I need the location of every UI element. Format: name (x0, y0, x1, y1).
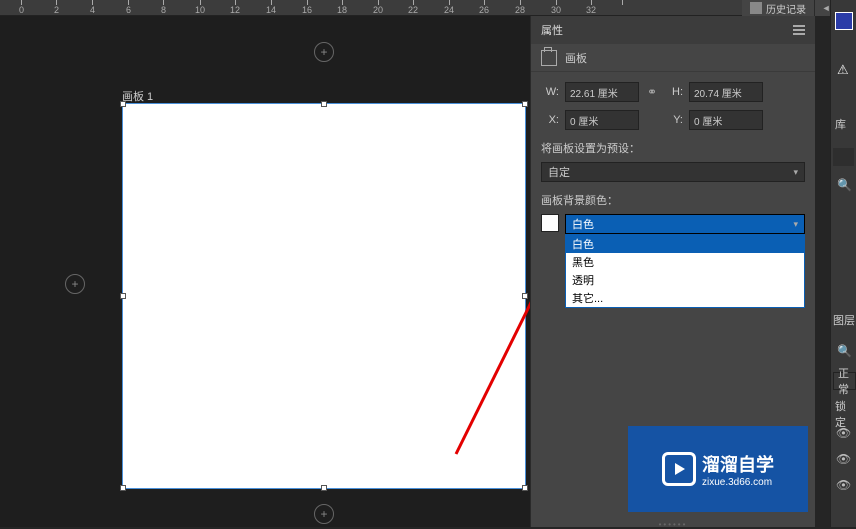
handle-bottom-left[interactable] (120, 485, 126, 491)
canvas-area[interactable]: 画板 1 (0, 16, 530, 527)
add-artboard-bottom[interactable]: + (314, 504, 334, 524)
library-search[interactable] (833, 148, 854, 166)
link-wh-icon[interactable]: ⚭ (645, 85, 659, 99)
handle-top-mid[interactable] (321, 101, 327, 107)
layers-tab[interactable]: 图层 (833, 312, 855, 328)
warning-icon[interactable]: ⚠ (837, 62, 849, 78)
watermark-url: zixue.3d66.com (702, 477, 774, 488)
width-input[interactable] (565, 82, 639, 102)
chevron-down-icon: ▾ (793, 167, 798, 178)
handle-bottom-mid[interactable] (321, 485, 327, 491)
libraries-label[interactable]: 库 (835, 116, 846, 132)
preset-select[interactable]: 自定 ▾ (541, 162, 805, 182)
bg-option-other[interactable]: 其它... (566, 289, 804, 307)
properties-header: 属性 (531, 16, 815, 44)
y-label: Y: (665, 114, 683, 126)
blend-mode-select[interactable]: 正常 (833, 372, 856, 390)
bg-color-swatch[interactable] (541, 214, 559, 232)
bg-option-white[interactable]: 白色 (566, 235, 804, 253)
ruler-horizontal: 0 2 4 6 8 10 12 14 16 18 20 22 24 26 28 … (0, 0, 856, 16)
panel-menu-icon[interactable] (793, 25, 805, 35)
layer-visibility-icon[interactable]: 👁 (836, 426, 851, 440)
context-label: 画板 (565, 50, 587, 66)
w-label: W: (541, 86, 559, 98)
layer-visibility-icon[interactable]: 👁 (836, 452, 851, 466)
h-label: H: (665, 86, 683, 98)
artboard[interactable] (122, 103, 526, 489)
bg-color-dropdown: 白色 黑色 透明 其它... (565, 234, 805, 308)
x-input[interactable] (565, 110, 639, 130)
layer-visibility-icon[interactable]: 👁 (836, 478, 851, 492)
watermark: 溜溜自学 zixue.3d66.com (628, 426, 808, 512)
history-tab[interactable]: 历史记录 (742, 0, 814, 16)
history-label: 历史记录 (766, 1, 806, 16)
foreground-color-swatch[interactable] (835, 12, 853, 30)
handle-bottom-right[interactable] (522, 485, 528, 491)
x-label: X: (541, 114, 559, 126)
add-artboard-top[interactable]: + (314, 42, 334, 62)
preset-label: 将画板设置为预设： (541, 140, 805, 156)
history-icon (750, 2, 762, 14)
panel-drag-grip[interactable]: •••••• (531, 522, 815, 527)
y-input[interactable] (689, 110, 763, 130)
context-row: 画板 (531, 44, 815, 72)
bg-color-value: 白色 (572, 216, 594, 232)
bg-color-select[interactable]: 白色 ▾ (565, 214, 805, 234)
chevron-down-icon: ▾ (793, 219, 798, 230)
handle-right-mid[interactable] (522, 293, 528, 299)
right-dock: ⚠ 库 🔍 图层 🔍 正常 锁定 👁 👁 👁 (830, 0, 856, 527)
bg-label: 画板背景颜色： (541, 192, 805, 208)
properties-title: 属性 (541, 22, 563, 38)
handle-left-mid[interactable] (120, 293, 126, 299)
add-artboard-left[interactable]: + (65, 274, 85, 294)
bg-option-black[interactable]: 黑色 (566, 253, 804, 271)
handle-top-left[interactable] (120, 101, 126, 107)
height-input[interactable] (689, 82, 763, 102)
artboard-icon (541, 50, 557, 66)
watermark-title: 溜溜自学 (702, 451, 774, 477)
bg-option-transparent[interactable]: 透明 (566, 271, 804, 289)
layers-search-icon[interactable]: 🔍 (837, 344, 852, 358)
handle-top-right[interactable] (522, 101, 528, 107)
preset-value: 自定 (548, 164, 570, 180)
search-icon[interactable]: 🔍 (837, 178, 852, 192)
artboard-label[interactable]: 画板 1 (122, 88, 153, 104)
play-icon (662, 452, 696, 486)
